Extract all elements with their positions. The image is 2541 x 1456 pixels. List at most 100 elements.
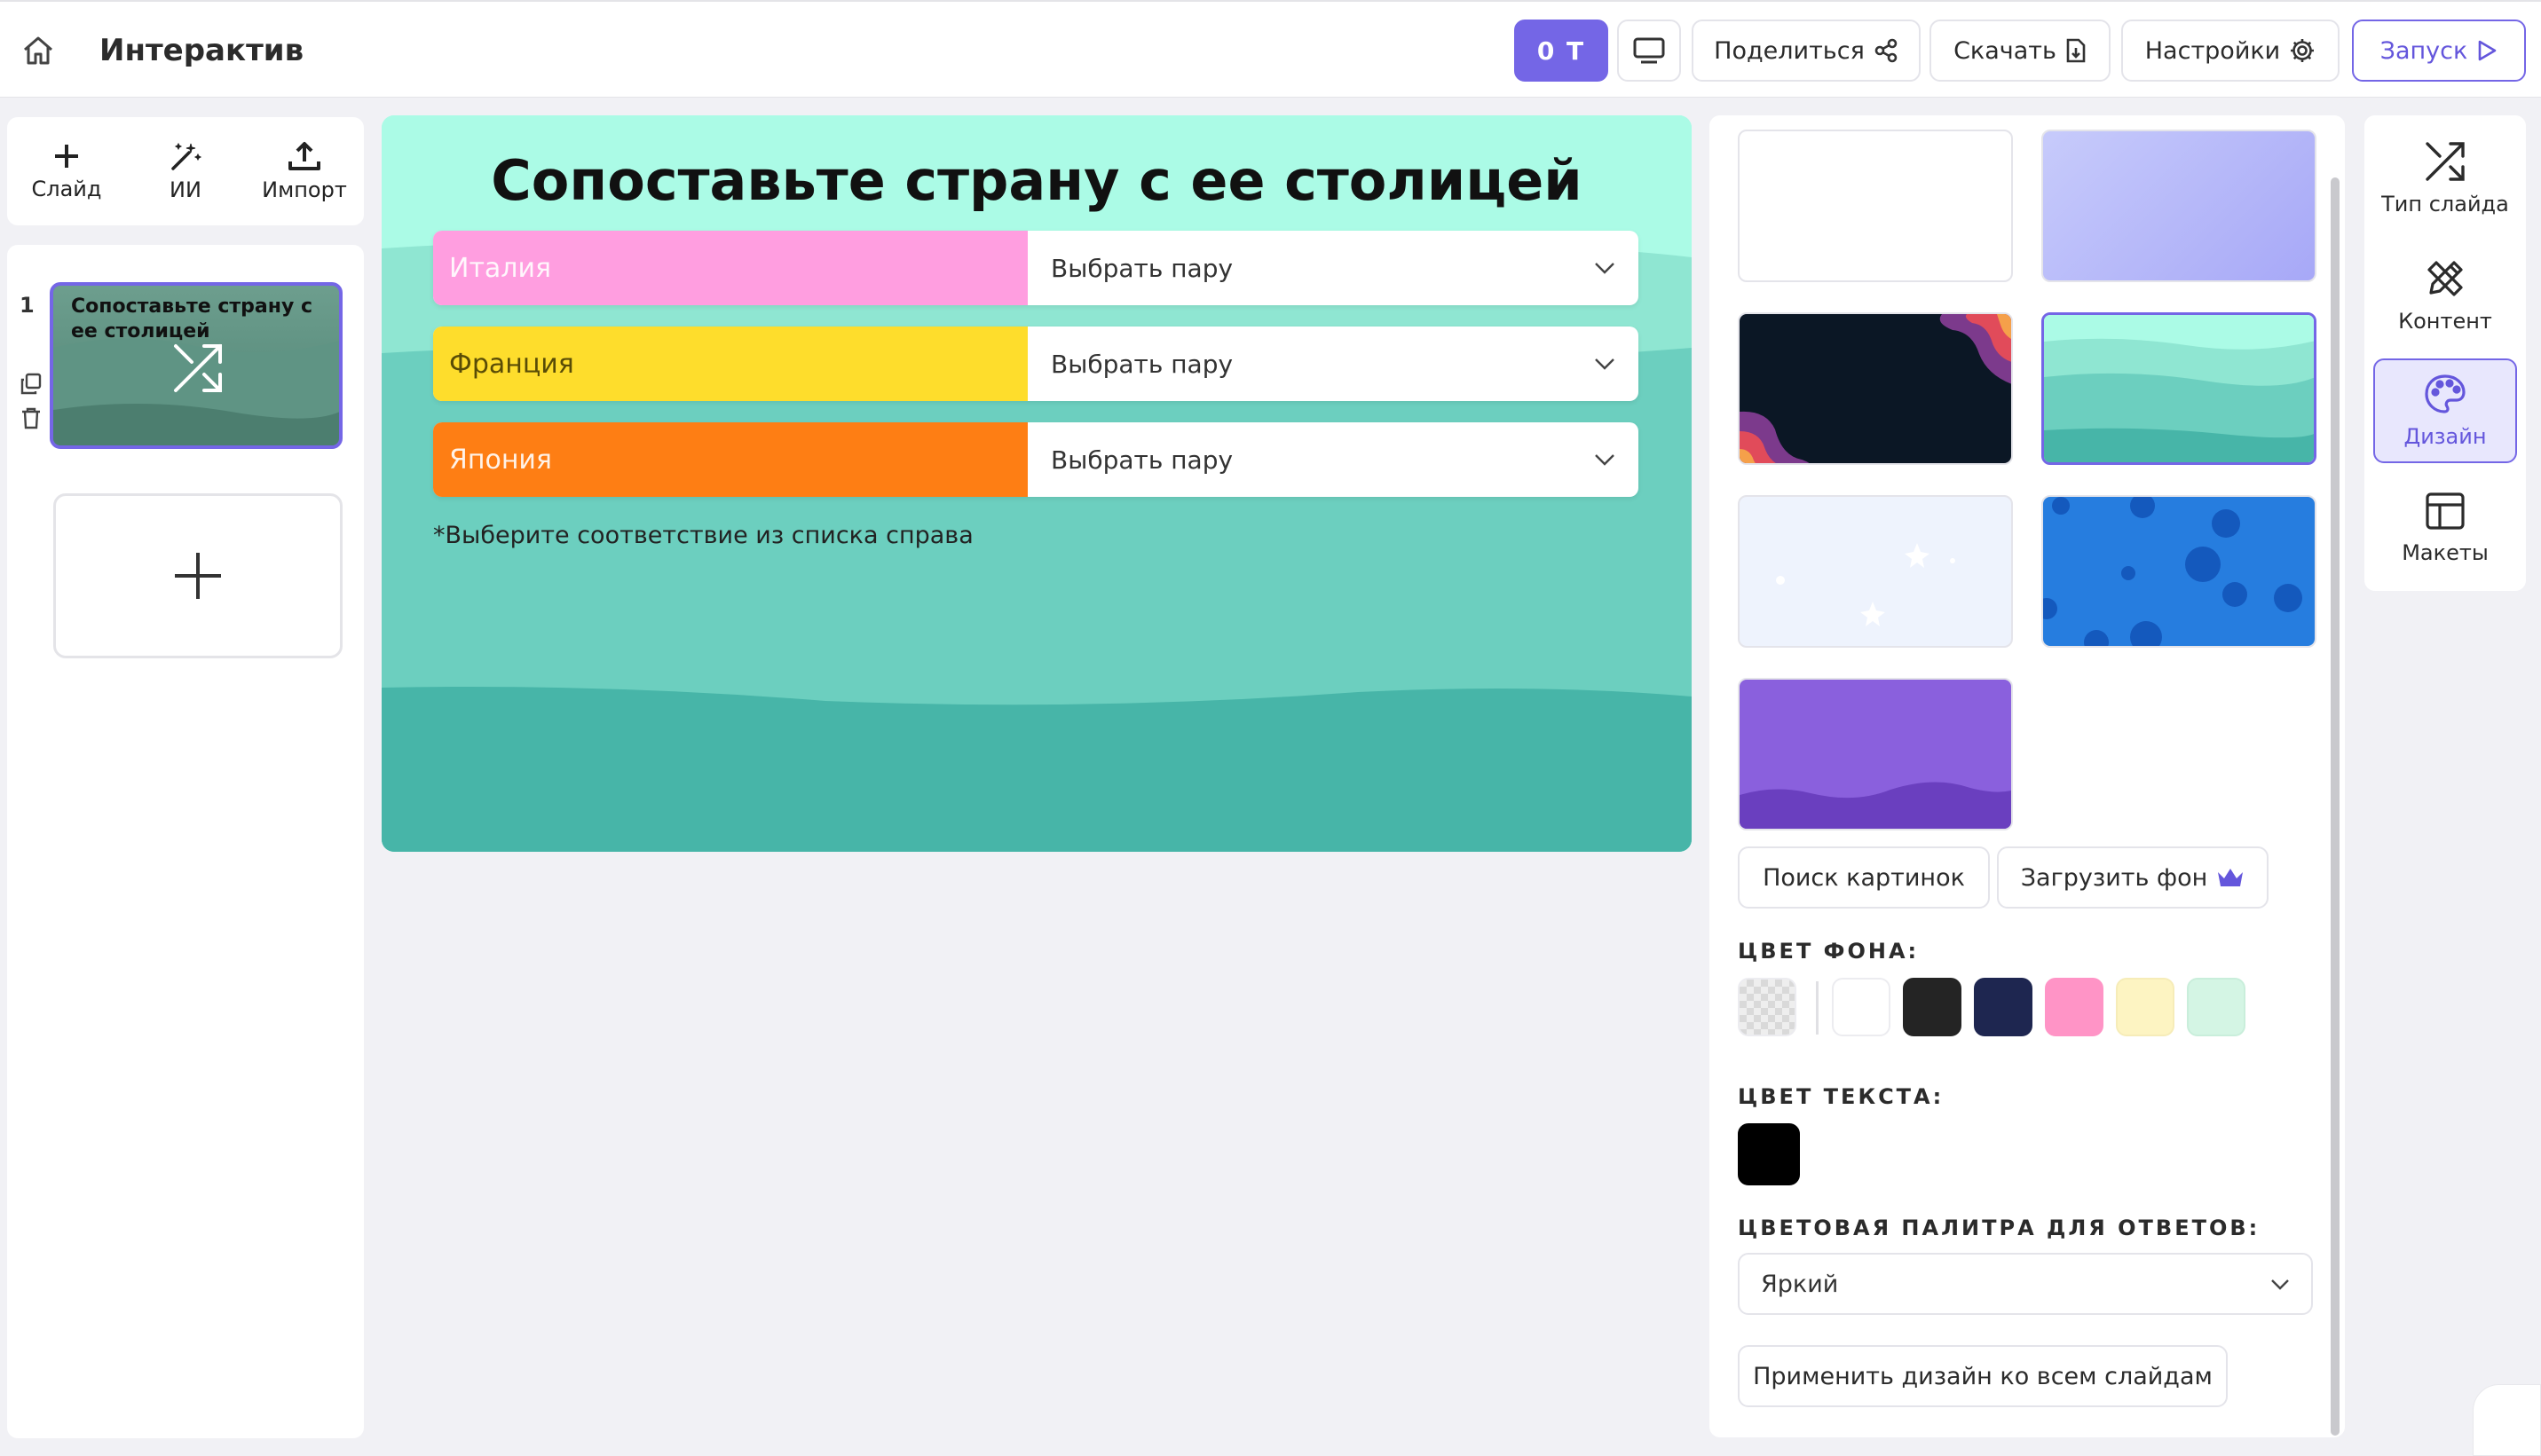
magic-wand-icon: [171, 142, 202, 170]
add-slide-tool[interactable]: Слайд: [7, 117, 126, 225]
crown-icon: [2218, 869, 2244, 886]
country-field[interactable]: Италия: [433, 231, 1028, 305]
match-pair-row: Франция Выбрать пару: [433, 327, 1638, 401]
swatch-black[interactable]: [1903, 978, 1961, 1036]
rail-design[interactable]: Дизайн: [2373, 358, 2517, 463]
answer-palette-value: Яркий: [1761, 1270, 1839, 1298]
upload-icon: [288, 142, 320, 170]
canvas-title[interactable]: Сопоставьте страну с ее столицей: [382, 146, 1692, 216]
slide-list-panel: 1 Сопоставьте страну с ее столицей: [7, 245, 364, 1438]
home-icon: [24, 36, 52, 65]
ai-tool-label: ИИ: [170, 177, 201, 202]
rail-content-label: Контент: [2398, 309, 2492, 334]
rail-layouts[interactable]: Макеты: [2373, 476, 2517, 580]
canvas-hint-note: *Выберите соответствие из списка справа: [433, 522, 974, 549]
swatch-transparent[interactable]: [1738, 978, 1796, 1036]
design-panel: Поиск картинок Загрузить фон ЦВЕТ ФОНА: …: [1709, 115, 2345, 1437]
teal-background-preview: [2044, 315, 2314, 462]
plus-icon: [55, 145, 78, 168]
delete-slide-icon[interactable]: [20, 406, 43, 429]
plus-icon: [175, 553, 221, 599]
ai-tool[interactable]: ИИ: [126, 117, 245, 225]
rail-slide-type-label: Тип слайда: [2381, 192, 2509, 216]
download-label: Скачать: [1953, 36, 2056, 65]
import-tool[interactable]: Импорт: [245, 117, 364, 225]
swatch-mint[interactable]: [2187, 978, 2245, 1036]
swatch-navy[interactable]: [1974, 978, 2032, 1036]
home-button[interactable]: [18, 33, 59, 68]
pair-select[interactable]: Выбрать пару: [1028, 327, 1638, 401]
background-option-purple-waves[interactable]: [1738, 678, 2013, 830]
match-pair-row: Япония Выбрать пару: [433, 422, 1638, 497]
apply-design-all-label: Применить дизайн ко всем слайдам: [1753, 1362, 2213, 1390]
credits-button[interactable]: 0 T: [1514, 20, 1608, 82]
pencil-ruler-icon: [2427, 261, 2463, 296]
swatch-pink[interactable]: [2045, 978, 2103, 1036]
chevron-down-icon: [1595, 263, 1614, 274]
top-bar: Интерактив 0 T Поделиться Скачать Настро…: [0, 0, 2541, 98]
text-color-swatch[interactable]: [1738, 1123, 1800, 1185]
slide-number: 1: [20, 293, 35, 318]
left-toolbar: Слайд ИИ Импорт: [7, 117, 364, 225]
slide-thumbnail[interactable]: Сопоставьте страну с ее столицей: [50, 282, 343, 449]
swatch-cream[interactable]: [2116, 978, 2174, 1036]
background-option-lavender[interactable]: [2041, 130, 2316, 282]
background-option-blue-dots[interactable]: [2041, 495, 2316, 648]
download-file-icon: [2066, 38, 2086, 63]
rail-design-label: Дизайн: [2403, 424, 2487, 449]
import-tool-label: Импорт: [262, 177, 347, 202]
palette-icon: [2425, 374, 2466, 413]
pair-select-placeholder: Выбрать пару: [1051, 349, 1234, 379]
pair-select[interactable]: Выбрать пару: [1028, 422, 1638, 497]
duplicate-slide-icon[interactable]: [20, 373, 43, 396]
share-icon: [1874, 38, 1898, 63]
help-widget-corner[interactable]: [2473, 1384, 2541, 1456]
chevron-down-icon: [1595, 358, 1614, 370]
purple-background-preview: [1740, 782, 2011, 829]
settings-label: Настройки: [2144, 36, 2281, 65]
launch-label: Запуск: [2379, 36, 2468, 65]
add-slide-button[interactable]: [53, 493, 343, 658]
chevron-down-icon: [1595, 454, 1614, 466]
play-icon: [2479, 40, 2497, 61]
background-color-label: ЦВЕТ ФОНА:: [1738, 939, 1920, 964]
slide-thumbnail-title: Сопоставьте страну с ее столицей: [71, 295, 313, 342]
rail-layouts-label: Макеты: [2402, 540, 2489, 565]
stars-background-preview: [1776, 543, 1955, 626]
swatch-separator: [1816, 981, 1819, 1035]
rail-slide-type[interactable]: Тип слайда: [2373, 126, 2517, 231]
background-option-white[interactable]: [1738, 130, 2013, 282]
design-panel-scrollbar[interactable]: [2331, 177, 2340, 1436]
app-title: Интерактив: [99, 33, 304, 68]
pair-select-placeholder: Выбрать пару: [1051, 445, 1234, 475]
slide-canvas[interactable]: Сопоставьте страну с ее столицей Италия …: [382, 115, 1692, 852]
share-button[interactable]: Поделиться: [1692, 20, 1921, 82]
upload-background-button[interactable]: Загрузить фон: [1997, 846, 2269, 909]
preview-button[interactable]: [1617, 20, 1681, 82]
shuffle-icon: [2426, 142, 2465, 181]
gear-icon: [2291, 39, 2315, 62]
background-option-stars[interactable]: [1738, 495, 2013, 648]
pair-select-placeholder: Выбрать пару: [1051, 253, 1234, 283]
download-button[interactable]: Скачать: [1929, 20, 2111, 82]
shuffle-icon: [174, 344, 222, 392]
text-color-label: ЦВЕТ ТЕКСТА:: [1738, 1084, 1945, 1109]
apply-design-all-button[interactable]: Применить дизайн ко всем слайдам: [1738, 1345, 2228, 1407]
pair-select[interactable]: Выбрать пару: [1028, 231, 1638, 305]
dark-background-preview: [1740, 314, 2011, 463]
match-pair-row: Италия Выбрать пару: [433, 231, 1638, 305]
country-field[interactable]: Япония: [433, 422, 1028, 497]
swatch-white[interactable]: [1832, 978, 1890, 1036]
rail-content[interactable]: Контент: [2373, 243, 2517, 348]
blue-dots-background-preview: [2043, 497, 2302, 646]
background-option-dark[interactable]: [1738, 312, 2013, 465]
country-field[interactable]: Франция: [433, 327, 1028, 401]
settings-button[interactable]: Настройки: [2121, 20, 2340, 82]
search-images-label: Поиск картинок: [1763, 863, 1965, 892]
monitor-icon: [1633, 37, 1665, 64]
credits-label: 0 T: [1536, 35, 1586, 66]
launch-button[interactable]: Запуск: [2352, 20, 2526, 82]
background-option-teal-waves[interactable]: [2041, 312, 2316, 465]
answer-palette-select[interactable]: Яркий: [1738, 1253, 2313, 1315]
search-images-button[interactable]: Поиск картинок: [1738, 846, 1990, 909]
